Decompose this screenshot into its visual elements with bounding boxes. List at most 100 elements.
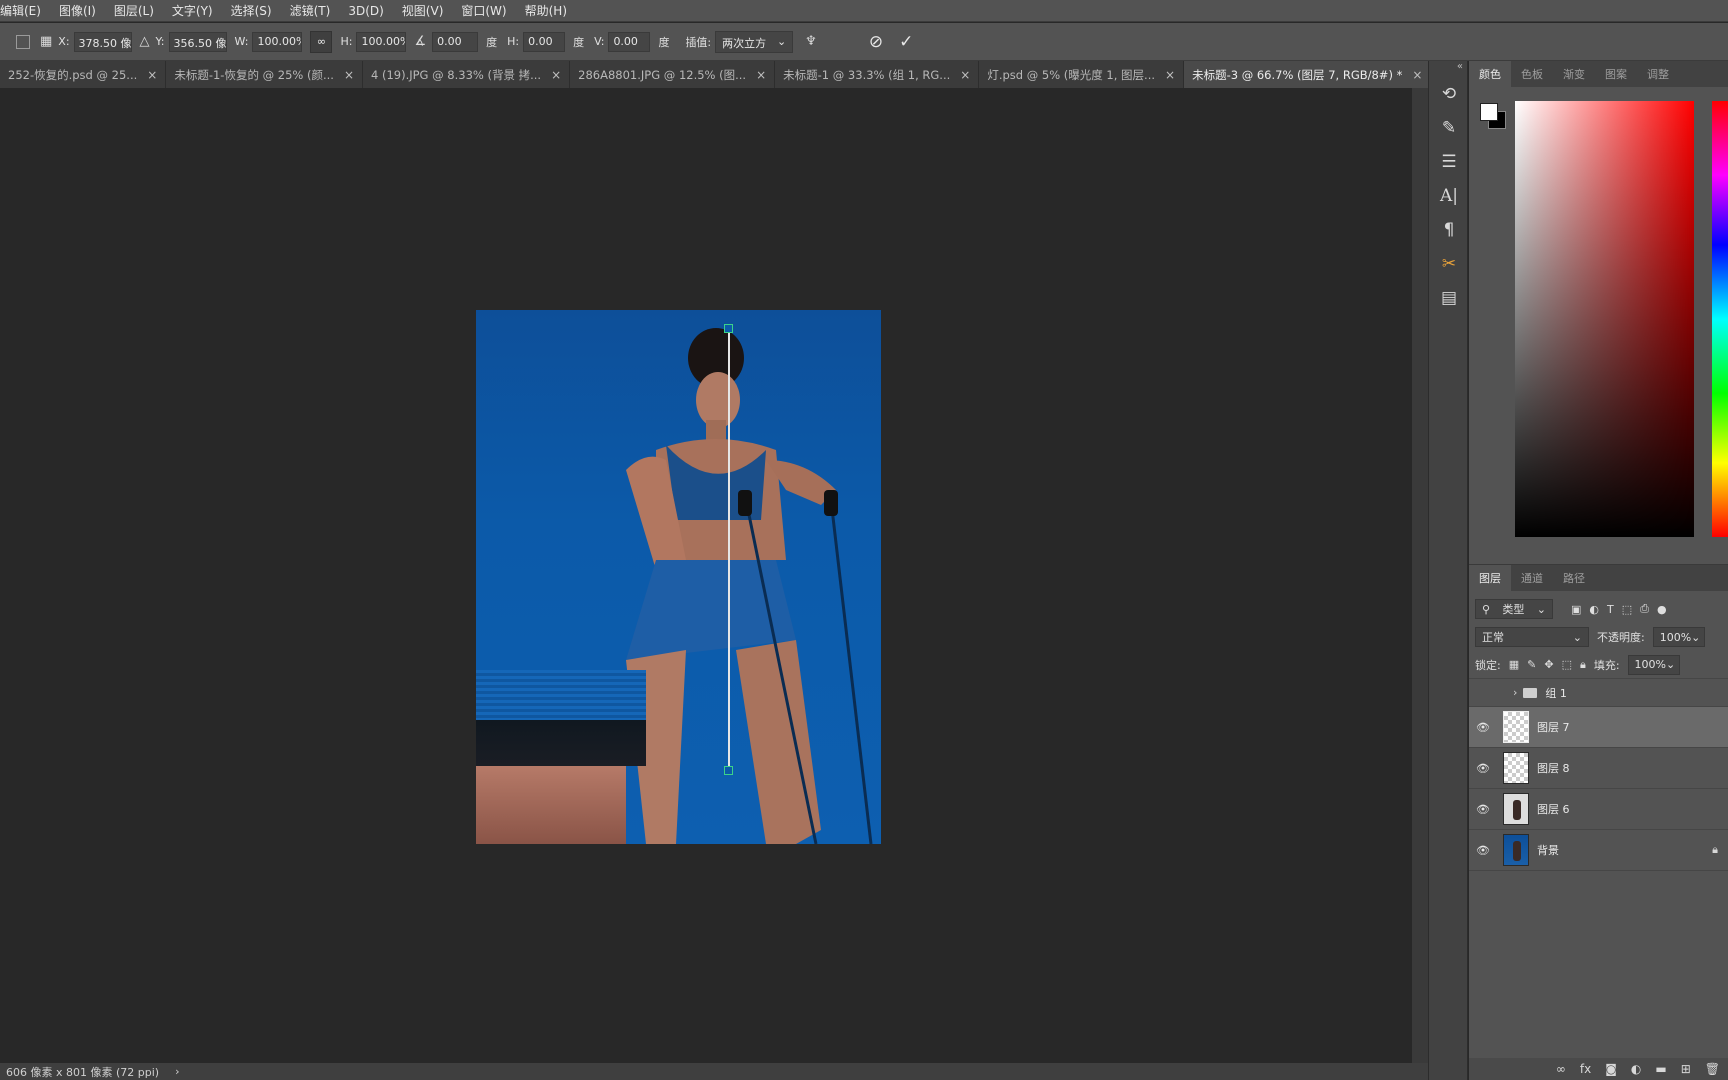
fx-icon[interactable]: fx: [1580, 1062, 1591, 1076]
lock-image-icon[interactable]: ✎: [1527, 658, 1536, 671]
tab-swatches[interactable]: 色板: [1511, 61, 1553, 87]
tab-paths[interactable]: 路径: [1553, 565, 1595, 591]
close-icon[interactable]: ×: [1165, 68, 1175, 82]
eye-icon[interactable]: 👁︎: [1475, 803, 1491, 816]
lock-artboard-icon[interactable]: ⬚: [1562, 658, 1572, 671]
blend-mode-select[interactable]: 正常 ⌄: [1475, 627, 1589, 647]
menu-help[interactable]: 帮助(H): [516, 2, 576, 19]
y-field[interactable]: 356.50 像素: [168, 31, 227, 52]
document-tab[interactable]: 252-恢复的.psd @ 25... ×: [0, 61, 167, 88]
reference-point-icon[interactable]: ▦: [40, 34, 52, 49]
commit-transform-button[interactable]: ✓: [899, 32, 913, 52]
hue-slider[interactable]: [1712, 101, 1728, 537]
menu-select[interactable]: 选择(S): [222, 2, 281, 19]
lock-position-icon[interactable]: ✥: [1544, 658, 1553, 671]
lock-icon[interactable]: 🔒︎: [1712, 843, 1718, 857]
menu-image[interactable]: 图像(I): [50, 2, 105, 19]
width-field[interactable]: 100.00%: [252, 31, 303, 52]
height-field[interactable]: 100.00%: [356, 31, 407, 52]
filter-type-icon[interactable]: T: [1607, 603, 1614, 616]
lock-all-icon[interactable]: 🔒︎: [1580, 658, 1586, 672]
tab-adjustments[interactable]: 调整: [1637, 61, 1679, 87]
layer-filter-select[interactable]: ⚲ 类型 ⌄: [1475, 599, 1553, 619]
menu-view[interactable]: 视图(V): [393, 2, 453, 19]
document-tab[interactable]: 286A8801.JPG @ 12.5% (图... ×: [570, 61, 776, 88]
filter-shape-icon[interactable]: ⬚: [1622, 603, 1632, 616]
document-tab[interactable]: 4 (19).JPG @ 8.33% (背景 拷... ×: [363, 61, 571, 88]
brush-settings-icon[interactable]: ✎: [1429, 111, 1469, 145]
new-group-icon[interactable]: ▬: [1655, 1062, 1666, 1076]
hskew-label: H:: [507, 35, 520, 48]
stretched-pixels-dark: [476, 720, 646, 766]
angle-field[interactable]: 0.00: [432, 31, 479, 52]
tool-presets-icon[interactable]: ✂: [1429, 247, 1469, 281]
transform-handle-bottom[interactable]: [724, 766, 733, 775]
foreground-color-swatch[interactable]: [1480, 103, 1498, 121]
filter-smart-object-icon[interactable]: ⎙: [1640, 602, 1649, 616]
tab-channels[interactable]: 通道: [1511, 565, 1553, 591]
trash-icon[interactable]: 🗑︎: [1705, 1062, 1720, 1076]
collapse-icon[interactable]: «: [1429, 61, 1467, 77]
eye-icon[interactable]: 👁︎: [1475, 844, 1491, 857]
opacity-field[interactable]: 100% ⌄: [1652, 627, 1705, 647]
close-icon[interactable]: ×: [551, 68, 561, 82]
add-mask-icon[interactable]: ◙: [1605, 1062, 1617, 1076]
vskew-label: V:: [594, 35, 605, 48]
close-icon[interactable]: ×: [147, 68, 157, 82]
history-icon[interactable]: ⟲: [1429, 77, 1469, 111]
reference-point-toggle[interactable]: [16, 34, 30, 49]
transform-bounding-line[interactable]: [728, 328, 730, 770]
close-icon[interactable]: ×: [1412, 68, 1422, 82]
layer-row[interactable]: 👁︎ 背景 🔒︎: [1469, 830, 1728, 871]
new-layer-icon[interactable]: ⊞: [1681, 1062, 1691, 1076]
filter-adjustment-icon[interactable]: ◐: [1589, 603, 1599, 616]
menu-filter[interactable]: 滤镜(T): [281, 2, 340, 19]
eye-icon[interactable]: 👁︎: [1475, 721, 1491, 734]
fill-field[interactable]: 100% ⌄: [1627, 654, 1680, 675]
properties-icon[interactable]: ▤: [1429, 281, 1469, 315]
close-icon[interactable]: ×: [344, 68, 354, 82]
document-tab[interactable]: 灯.psd @ 5% (曝光度 1, 图层... ×: [979, 61, 1185, 88]
transform-handle-top[interactable]: [724, 324, 733, 333]
cancel-transform-button[interactable]: ⊘: [869, 32, 883, 52]
close-icon[interactable]: ×: [756, 68, 766, 82]
relative-position-icon[interactable]: △: [140, 34, 150, 49]
character-icon[interactable]: A|: [1429, 179, 1469, 213]
tab-gradients[interactable]: 渐变: [1553, 61, 1595, 87]
chevron-right-icon[interactable]: ›: [1513, 686, 1517, 699]
eye-icon[interactable]: 👁︎: [1475, 762, 1491, 775]
hskew-field[interactable]: 0.00: [523, 31, 566, 52]
tab-color[interactable]: 颜色: [1469, 61, 1511, 87]
x-field[interactable]: 378.50 像素: [73, 31, 132, 52]
menu-layer[interactable]: 图层(L): [105, 2, 163, 19]
layer-row[interactable]: 👁︎ 图层 8: [1469, 748, 1728, 789]
interpolation-select[interactable]: 两次立方 ⌄: [715, 30, 794, 53]
filter-toggle-icon[interactable]: ●: [1657, 603, 1667, 616]
filter-pixel-icon[interactable]: ▣: [1571, 603, 1581, 616]
link-icon[interactable]: ∞: [310, 30, 333, 53]
adjustment-layer-icon[interactable]: ◐: [1631, 1062, 1641, 1076]
document-tab[interactable]: 未标题-1-恢复的 @ 25% (颜... ×: [166, 61, 363, 88]
paragraph-icon[interactable]: ¶: [1429, 213, 1469, 247]
tab-layers[interactable]: 图层: [1469, 565, 1511, 591]
warp-mode-icon[interactable]: ♆: [805, 34, 817, 49]
vertical-scrollbar[interactable]: [1412, 88, 1428, 1063]
menu-type[interactable]: 文字(Y): [163, 2, 222, 19]
adjustments-icon[interactable]: ☰: [1429, 145, 1469, 179]
tab-patterns[interactable]: 图案: [1595, 61, 1637, 87]
document-image[interactable]: [476, 310, 881, 844]
menu-edit[interactable]: 编辑(E): [0, 2, 50, 19]
color-picker-field[interactable]: [1515, 101, 1694, 537]
chevron-right-icon[interactable]: ›: [175, 1065, 179, 1078]
layer-group-row[interactable]: › 组 1: [1469, 679, 1728, 707]
menu-3d[interactable]: 3D(D): [339, 4, 392, 18]
lock-transparent-icon[interactable]: ▦: [1509, 658, 1519, 671]
link-layers-icon[interactable]: ∞: [1556, 1062, 1566, 1076]
layer-row[interactable]: 👁︎ 图层 7: [1469, 707, 1728, 748]
layer-row[interactable]: 👁︎ 图层 6: [1469, 789, 1728, 830]
document-tab[interactable]: 未标题-1 @ 33.3% (组 1, RG... ×: [775, 61, 980, 88]
document-tab-active[interactable]: 未标题-3 @ 66.7% (图层 7, RGB/8#) * ×: [1184, 61, 1432, 88]
close-icon[interactable]: ×: [960, 68, 970, 82]
menu-window[interactable]: 窗口(W): [452, 2, 515, 19]
vskew-field[interactable]: 0.00: [608, 31, 651, 52]
